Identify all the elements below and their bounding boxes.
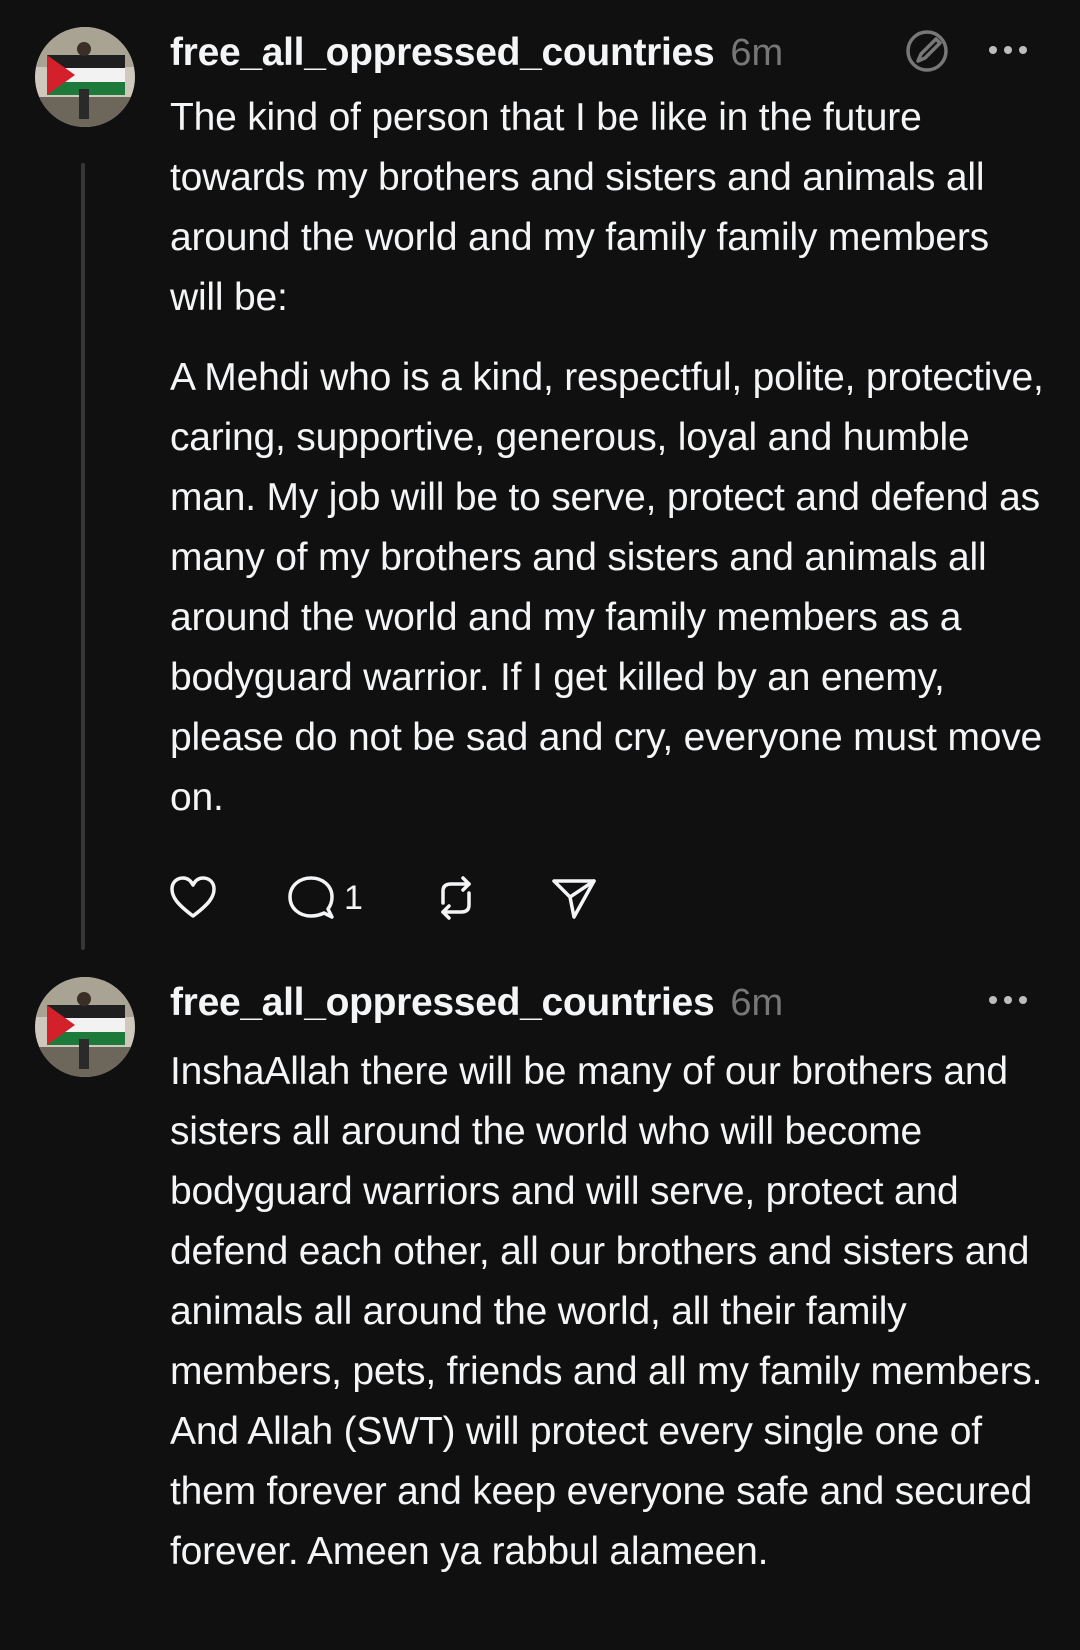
more-icon[interactable] [985, 30, 1031, 70]
comment-icon [288, 876, 334, 919]
heart-icon [170, 876, 216, 918]
like-button[interactable] [168, 872, 218, 924]
post-header: free_all_oppressed_countries 6m [170, 25, 783, 81]
username[interactable]: free_all_oppressed_countries [170, 31, 715, 75]
timestamp: 6m [730, 981, 784, 1024]
thread-line [81, 163, 85, 950]
timestamp: 6m [730, 31, 784, 74]
more-icon[interactable] [985, 980, 1031, 1020]
thread-post: free_all_oppressed_countries 6m The kind… [0, 0, 1080, 950]
avatar[interactable] [35, 977, 135, 1077]
comment-count: 1 [344, 878, 363, 917]
avatar[interactable] [35, 27, 135, 127]
repost-icon [441, 876, 471, 920]
edit-icon[interactable] [903, 27, 951, 75]
share-button[interactable] [549, 872, 599, 924]
post-text: InshaAllah there will be many of our bro… [170, 1042, 1050, 1582]
avatar-image [35, 977, 135, 1077]
post-paragraph: A Mehdi who is a kind, respectful, polit… [170, 356, 1044, 819]
post-text: The kind of person that I be like in the… [170, 88, 1050, 828]
post-actions: 1 [168, 872, 599, 924]
username[interactable]: free_all_oppressed_countries [170, 981, 715, 1025]
repost-button[interactable] [431, 872, 481, 924]
thread-post: free_all_oppressed_countries 6m InshaAll… [0, 950, 1080, 1650]
avatar-image [35, 27, 135, 127]
post-header: free_all_oppressed_countries 6m [170, 975, 783, 1031]
share-icon [552, 879, 596, 919]
post-paragraph: The kind of person that I be like in the… [170, 96, 989, 319]
post-paragraph: InshaAllah there will be many of our bro… [170, 1050, 1043, 1573]
comment-button[interactable]: 1 [286, 872, 363, 924]
